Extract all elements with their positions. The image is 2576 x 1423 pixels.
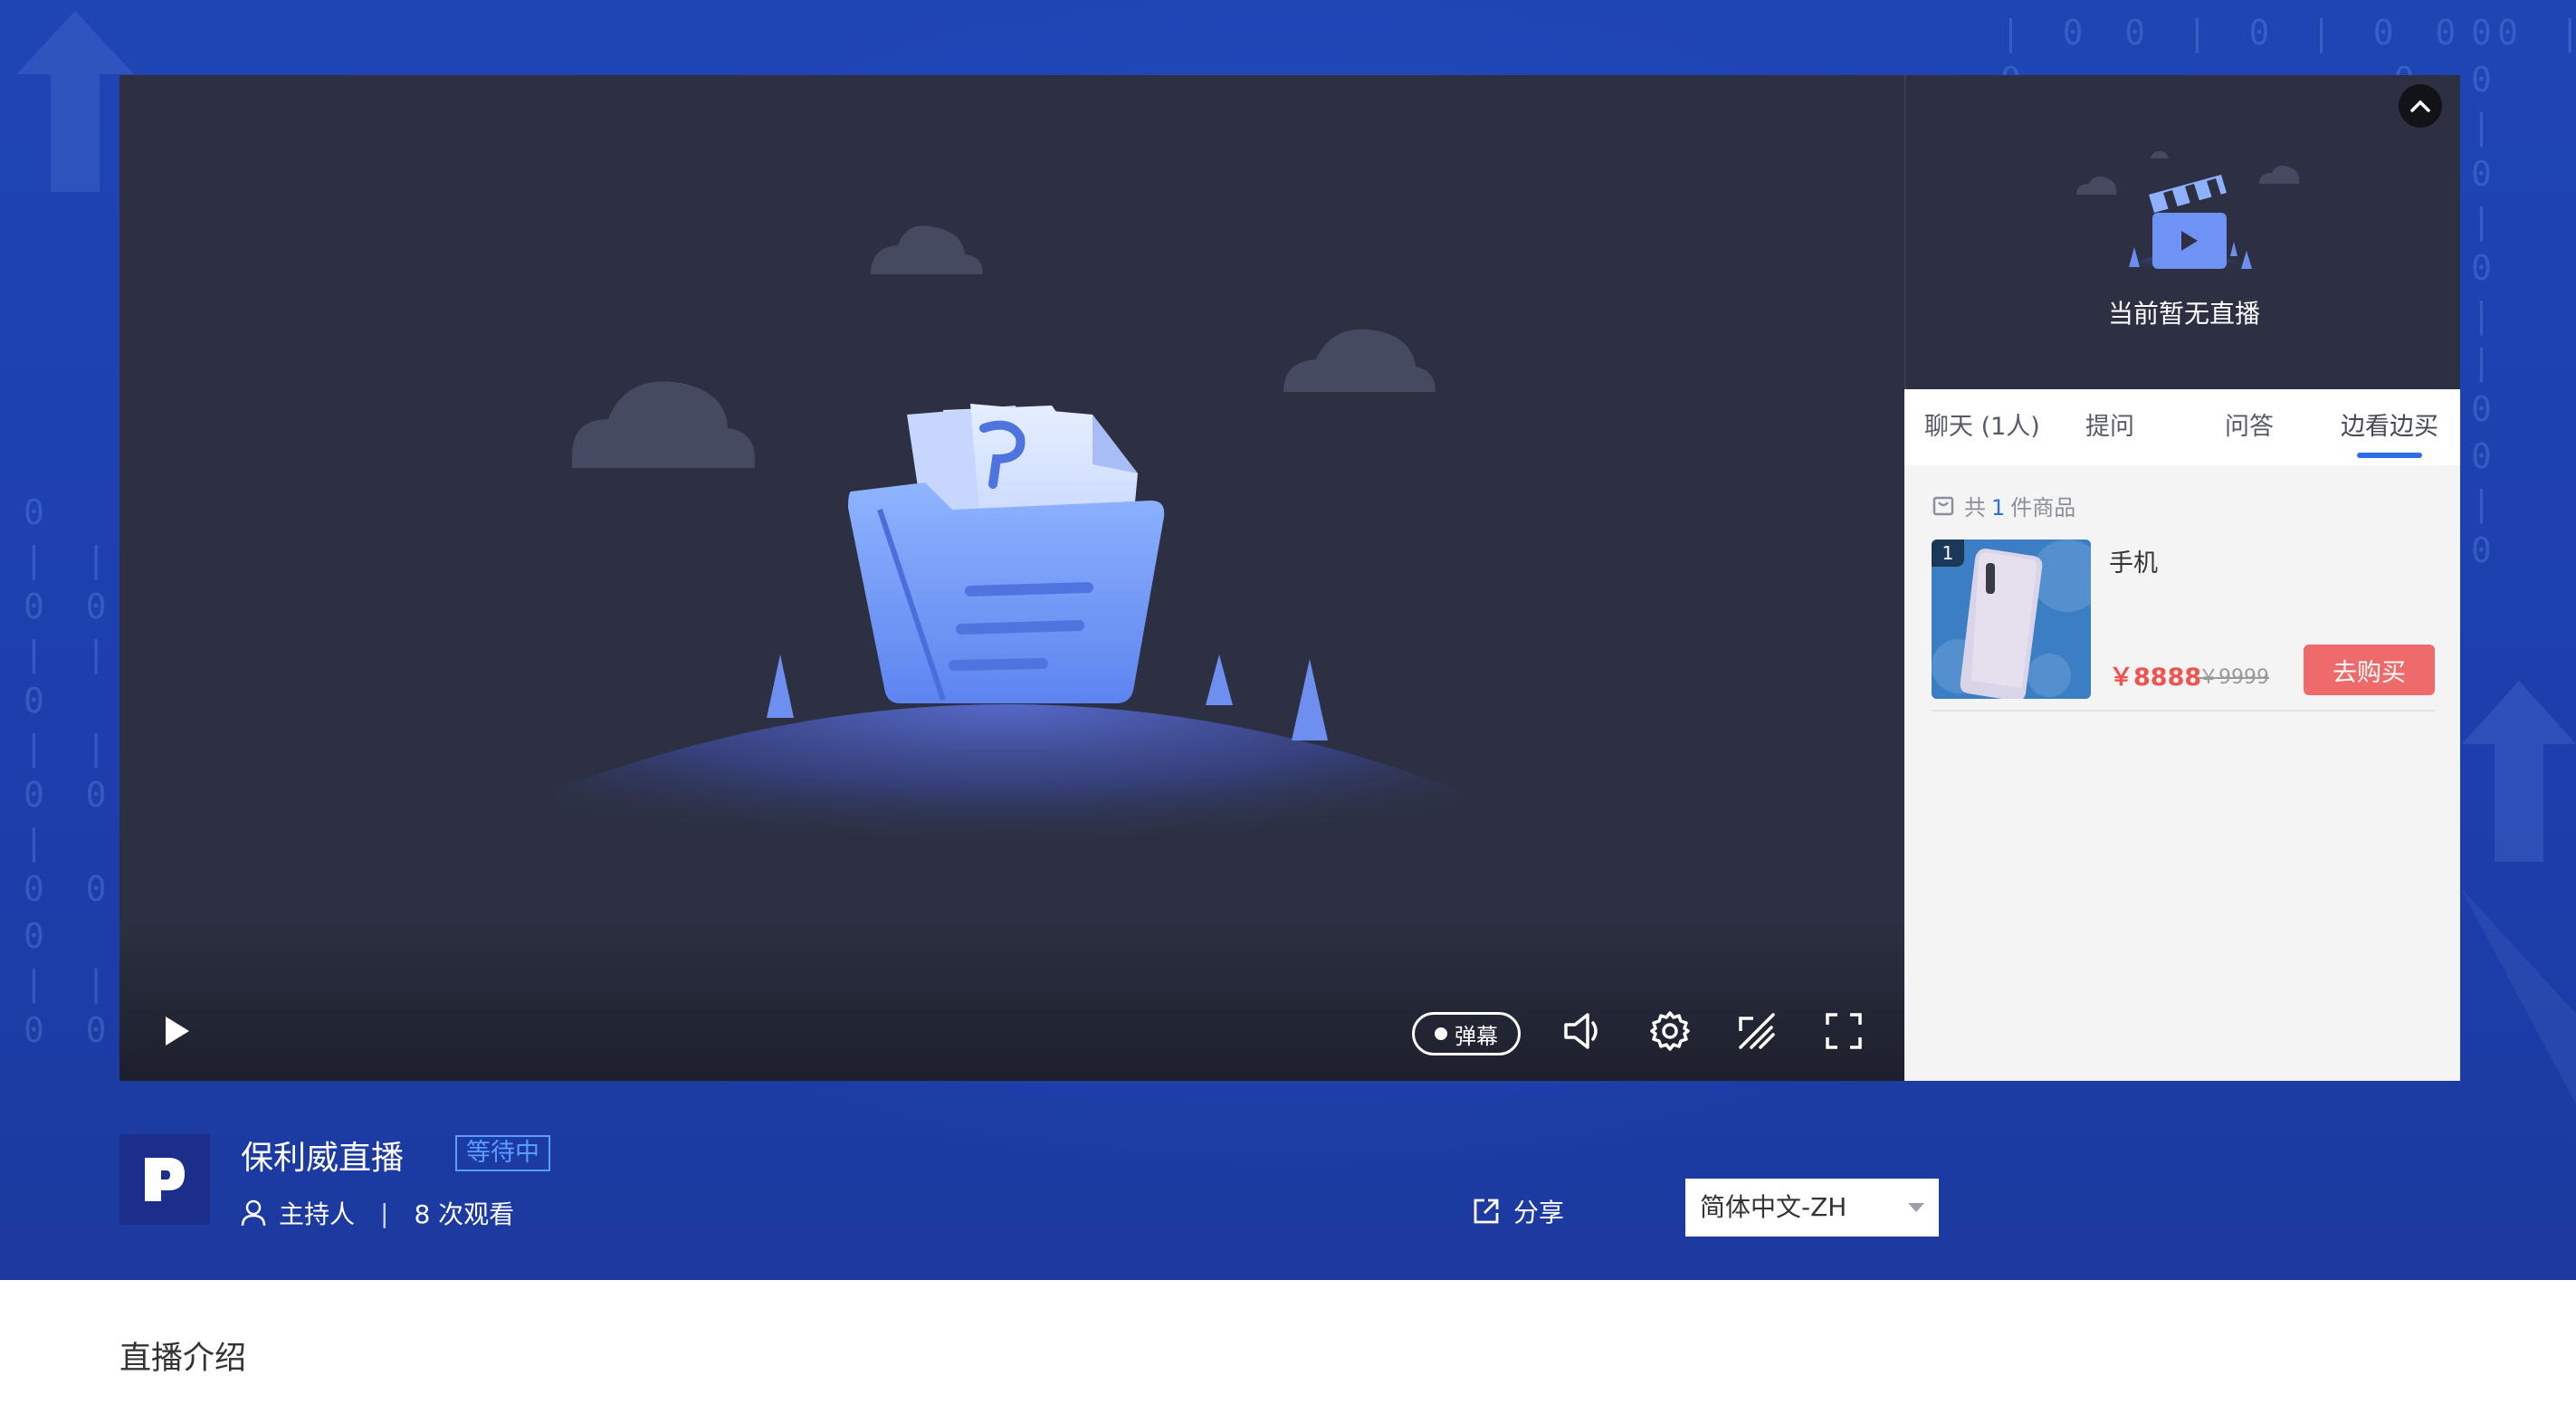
- gear-icon: [1650, 1011, 1690, 1051]
- goods-count-suffix: 件商品: [2010, 495, 2076, 520]
- polyv-logo-icon: [145, 1158, 185, 1201]
- tab-chat[interactable]: 聊天 (1人): [1924, 389, 2040, 465]
- buy-button[interactable]: 去购买: [2304, 645, 2435, 695]
- tab-ask[interactable]: 提问: [2085, 389, 2134, 465]
- channel-name: 保利威直播: [241, 1140, 405, 1177]
- share-button[interactable]: 分享: [1472, 1193, 1564, 1229]
- fullscreen-button[interactable]: [1819, 1007, 1868, 1055]
- arrow-up-decoration-icon: [16, 11, 134, 192]
- arrow-up-decoration-right-icon: [2462, 681, 2576, 862]
- goods-original-price: ￥9999: [2199, 666, 2269, 689]
- view-count: 8 次观看: [414, 1199, 515, 1229]
- volume-icon: [1564, 1013, 1598, 1049]
- danmu-label: 弹幕: [1455, 1023, 1498, 1049]
- binary-decoration-right: 0 0 | 0 | 0 | | 0 0 | 0: [2471, 13, 2492, 570]
- clapperboard-illustration-icon: [2076, 151, 2300, 274]
- video-player[interactable]: 弹幕: [119, 75, 1904, 1081]
- collapse-button[interactable]: [2399, 84, 2442, 128]
- goods-count: 共 1 件商品: [1932, 490, 2075, 521]
- side-panel: 当前暂无直播 聊天 (1人) 提问 问答 边看边买 共 1 件商品 1 手机 ￥88…: [1904, 75, 2460, 1081]
- host-label: 主持人: [279, 1199, 356, 1229]
- no-live-text: 当前暂无直播: [2107, 299, 2260, 329]
- goods-image[interactable]: 1: [1932, 540, 2091, 699]
- goods-index: 1: [1932, 540, 1964, 567]
- language-value: 简体中文-ZH: [1700, 1192, 1847, 1222]
- goods-count-number: 1: [1991, 495, 2006, 520]
- caret-down-icon: [1908, 1203, 1924, 1212]
- secondary-stream-area: 当前暂无直播: [1904, 75, 2460, 389]
- settings-button[interactable]: [1646, 1007, 1694, 1055]
- chevron-up-icon: [2410, 100, 2430, 112]
- channel-logo: [119, 1134, 210, 1225]
- status-badge: 等待中: [455, 1135, 550, 1171]
- bag-icon: [1932, 496, 1954, 515]
- fullscreen-icon: [1826, 1013, 1862, 1049]
- active-tab-indicator: [2357, 453, 2422, 458]
- volume-button[interactable]: [1559, 1007, 1608, 1055]
- danmu-dot-icon: [1435, 1027, 1447, 1040]
- user-icon: [241, 1199, 266, 1227]
- play-button[interactable]: [152, 1007, 201, 1055]
- meta-separator: |: [380, 1198, 389, 1228]
- line-switch-icon: [1739, 1013, 1775, 1049]
- play-icon: [166, 1017, 189, 1046]
- intro-title: 直播介绍: [119, 1341, 247, 1377]
- side-tabs: 聊天 (1人) 提问 问答 边看边买: [1904, 389, 2460, 465]
- diagonal-decoration-icon: [2460, 887, 2576, 1104]
- share-label: 分享: [1513, 1198, 1565, 1227]
- goods-price: ￥8888: [2109, 664, 2202, 692]
- binary-decoration-left: 0 | | 0 0 | | 0 | | 0 0 | 0 0 0 | | 0 0: [24, 492, 107, 1050]
- goods-count-prefix: 共: [1964, 495, 1986, 520]
- line-switch-button[interactable]: [1732, 1007, 1781, 1055]
- goods-item[interactable]: 1 手机 ￥8888 ￥9999 去购买: [1932, 540, 2435, 712]
- channel-meta: 主持人 | 8 次观看: [241, 1195, 514, 1231]
- player-controls: 弹幕: [119, 981, 1904, 1081]
- tab-qa[interactable]: 问答: [2225, 389, 2274, 465]
- danmu-toggle[interactable]: 弹幕: [1412, 1012, 1521, 1055]
- language-select[interactable]: 简体中文-ZH: [1685, 1179, 1939, 1237]
- goods-name[interactable]: 手机: [2109, 543, 2158, 578]
- share-icon: [1474, 1199, 1499, 1224]
